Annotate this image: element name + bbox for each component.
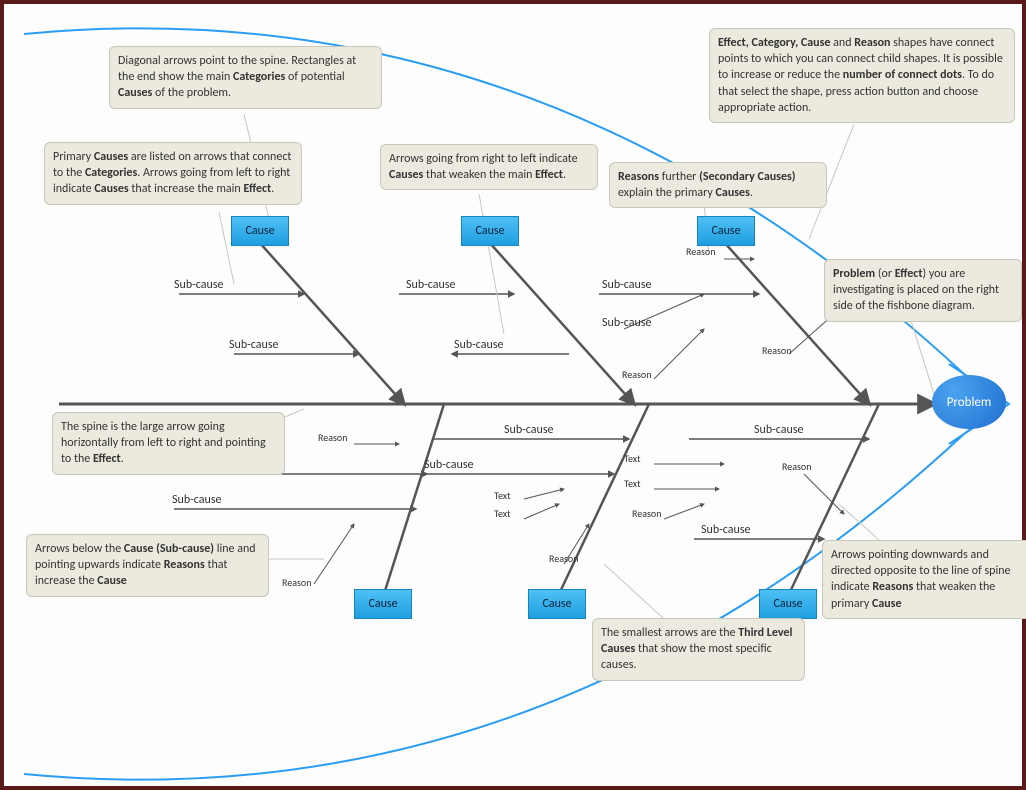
cause-box[interactable]: Cause xyxy=(697,216,755,246)
subcause-label: Sub-cause xyxy=(229,338,279,352)
reason-label: Reason xyxy=(632,507,661,520)
cause-box[interactable]: Cause xyxy=(461,216,519,246)
subcause-label: Sub-cause xyxy=(602,316,652,330)
cause-box[interactable]: Cause xyxy=(231,216,289,246)
callout-weaken-effect: Arrows going from right to left indicate… xyxy=(380,144,598,190)
text-label: Text xyxy=(494,507,511,520)
reason-label: Reason xyxy=(282,576,311,589)
callout-third-level: The smallest arrows are the Third Level … xyxy=(592,618,805,681)
reason-label: Reason xyxy=(622,368,651,381)
subcause-label: Sub-cause xyxy=(454,338,504,352)
text-label: Text xyxy=(494,489,511,502)
cause-box[interactable]: Cause xyxy=(528,589,586,619)
callout-categories: Diagonal arrows point to the spine. Rect… xyxy=(109,46,382,109)
subcause-label: Sub-cause xyxy=(504,423,554,437)
reason-label: Reason xyxy=(762,344,791,357)
text-label: Text xyxy=(624,452,641,465)
subcause-label: Sub-cause xyxy=(424,458,474,472)
subcause-label: Sub-cause xyxy=(172,493,222,507)
text-label: Text xyxy=(624,477,641,490)
problem-node[interactable]: Problem xyxy=(932,375,1006,429)
reason-label: Reason xyxy=(686,245,715,258)
callout-primary-causes: Primary Causes are listed on arrows that… xyxy=(44,142,302,205)
reason-label: Reason xyxy=(318,431,347,444)
cause-box[interactable]: Cause xyxy=(759,589,817,619)
callout-reasons: Reasons further (Secondary Causes) expla… xyxy=(609,162,827,208)
reason-label: Reason xyxy=(549,552,578,565)
reason-label: Reason xyxy=(782,460,811,473)
subcause-label: Sub-cause xyxy=(602,278,652,292)
subcause-label: Sub-cause xyxy=(754,423,804,437)
callout-problem: Problem (or Effect) you are investigatin… xyxy=(824,259,1022,322)
subcause-label: Sub-cause xyxy=(701,523,751,537)
subcause-label: Sub-cause xyxy=(174,278,224,292)
callout-spine: The spine is the large arrow going horiz… xyxy=(52,412,285,475)
subcause-label: Sub-cause xyxy=(406,278,456,292)
callout-reasons-weaken: Arrows pointing downwards and directed o… xyxy=(822,540,1026,619)
callout-connect-dots: Effect, Category, Cause and Reason shape… xyxy=(709,28,1015,123)
callout-reasons-increase: Arrows below the Cause (Sub-cause) line … xyxy=(26,534,269,597)
diagram-canvas: { "problem": "Problem", "cause": "Cause"… xyxy=(0,0,1026,790)
cause-box[interactable]: Cause xyxy=(354,589,412,619)
